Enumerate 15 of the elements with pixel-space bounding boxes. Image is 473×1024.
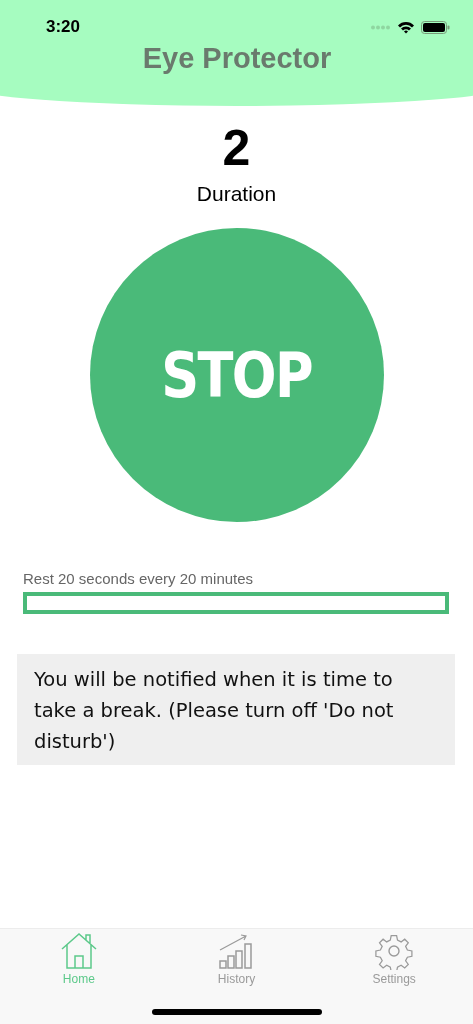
house-icon — [59, 932, 98, 970]
status-time: 3:20 — [46, 17, 81, 37]
duration-label: Duration — [196, 182, 277, 206]
signal-icon — [371, 24, 391, 30]
app-title: Eye Protector — [142, 42, 332, 75]
wifi-icon — [397, 20, 415, 34]
battery-icon — [421, 20, 450, 34]
stop-button[interactable]: STOP — [89, 228, 384, 522]
notice-text: You will be notified when it is time to take a break. (Please turn off 'Do not disturb') — [17, 654, 455, 765]
settings-icon — [375, 932, 414, 970]
tab-item[interactable]: History — [157, 932, 316, 986]
tab-item[interactable]: Settings — [315, 932, 473, 986]
duration-count: 2 — [222, 120, 251, 176]
tab-item[interactable]: Home — [0, 932, 158, 986]
rest-label: Rest 20 seconds every 20 minutes — [23, 570, 255, 587]
